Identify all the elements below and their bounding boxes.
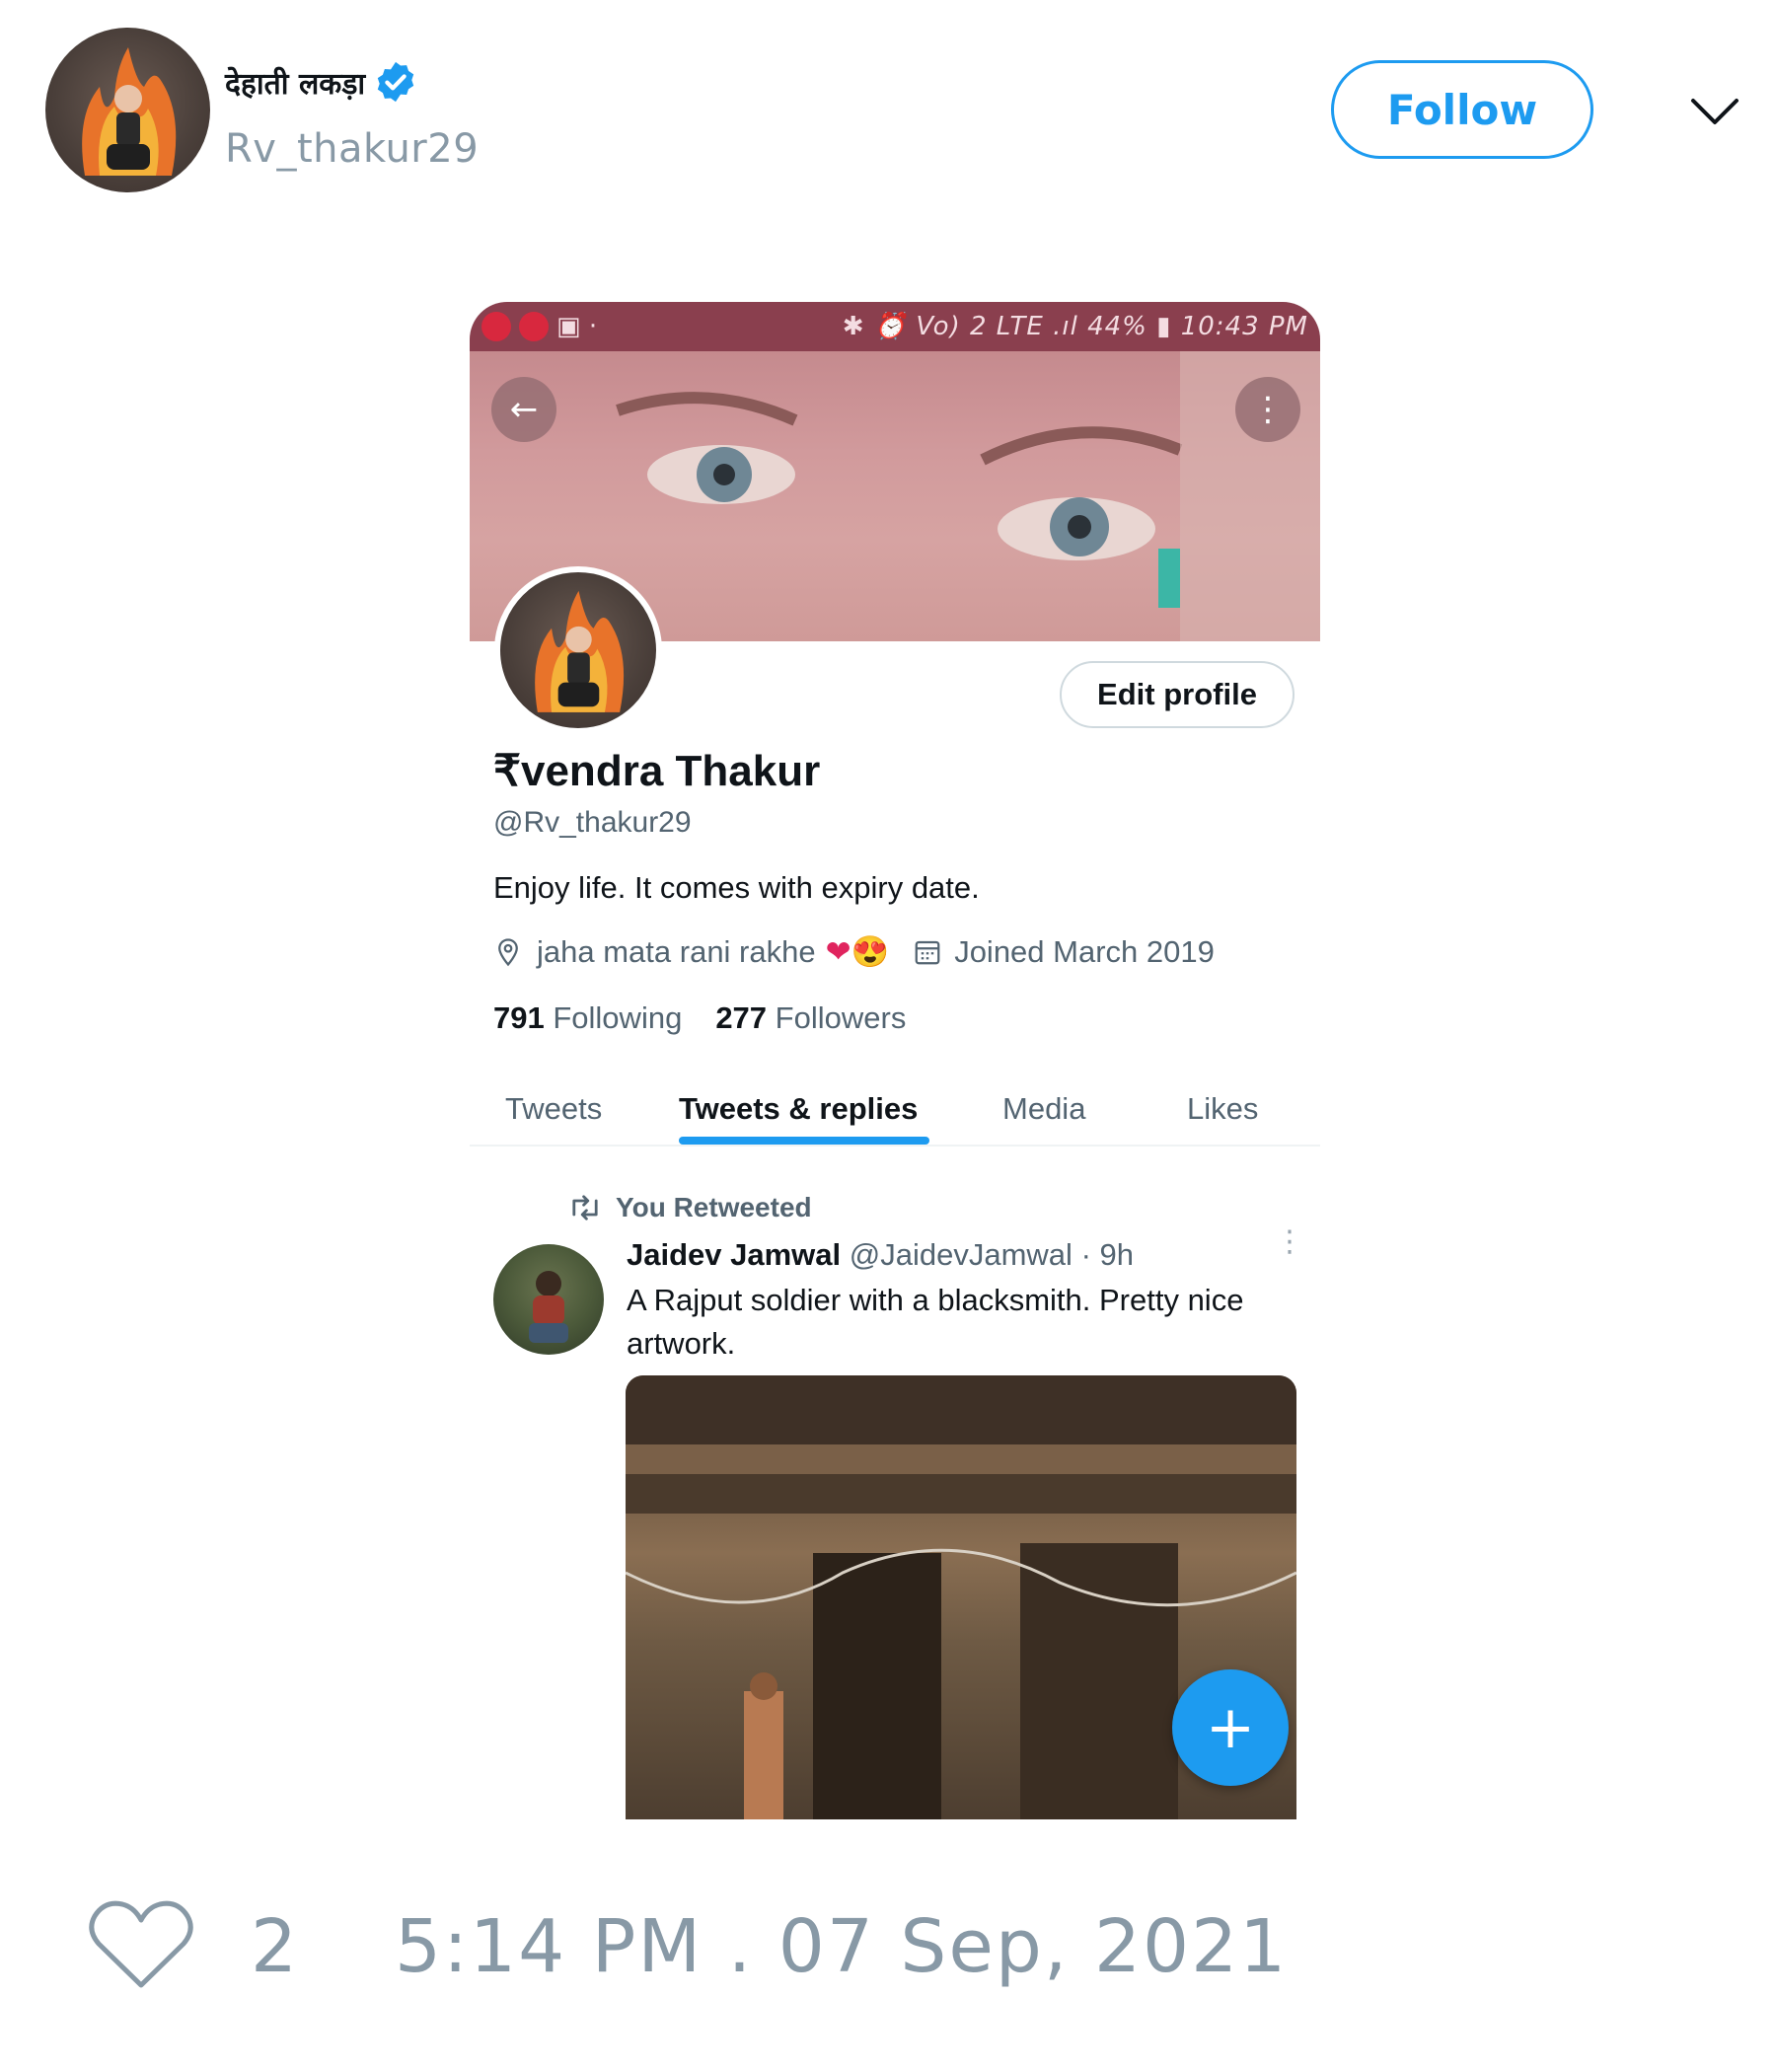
active-tab-indicator — [679, 1137, 929, 1145]
profile-meta: jaha mata rani rakhe ❤😍 Joined March 201… — [493, 933, 1215, 970]
chevron-down-icon[interactable] — [1689, 87, 1740, 134]
tweet-image-screenshot[interactable]: ▣ · ✱ ⏰ Vo) 2 LTE .ıl 44% ▮ 10:43 PM ← ⋮ — [470, 302, 1320, 1819]
author-name-row[interactable]: देहाती लकड़ा — [225, 59, 418, 105]
following-label: Following — [553, 1000, 683, 1035]
profile-avatar[interactable] — [494, 566, 662, 734]
following-count: 791 — [493, 1000, 545, 1035]
compose-tweet-button[interactable]: + — [1172, 1669, 1289, 1786]
follow-button[interactable]: Follow — [1331, 60, 1593, 159]
retweet-author-avatar[interactable] — [493, 1244, 604, 1355]
like-count: 2 — [251, 1904, 298, 1989]
followers-count: 277 — [715, 1000, 768, 1035]
retweet-age: · 9h — [1080, 1237, 1134, 1272]
heart-icon[interactable] — [87, 1894, 195, 1993]
phone-status-bar: ▣ · ✱ ⏰ Vo) 2 LTE .ıl 44% ▮ 10:43 PM — [470, 302, 1320, 351]
retweet-indicator: You Retweeted — [568, 1192, 812, 1223]
author-display-name[interactable]: देहाती लकड़ा — [225, 62, 365, 103]
profile-name: ₹vendra Thakur — [493, 747, 821, 795]
retweet-text: A Rajput soldier with a blacksmith. Pret… — [627, 1283, 1244, 1361]
avatar-image — [529, 1271, 568, 1343]
more-vertical-icon[interactable]: ⋮ — [1235, 377, 1300, 442]
avatar-image — [535, 590, 625, 712]
profile-joined: Joined March 2019 — [954, 933, 1215, 969]
tab-tweets-replies[interactable]: Tweets & replies — [679, 1091, 918, 1127]
profile-location: jaha mata rani rakhe — [537, 933, 816, 969]
tab-likes[interactable]: Likes — [1187, 1091, 1258, 1127]
profile-tabs: Tweets Tweets & replies Media Likes — [470, 1083, 1320, 1147]
status-right-text: ✱ ⏰ Vo) 2 LTE .ıl 44% ▮ 10:43 PM — [842, 312, 1308, 341]
tab-media[interactable]: Media — [1002, 1091, 1085, 1127]
retweet-author-name[interactable]: Jaidev Jamwal — [627, 1237, 841, 1272]
tweet-timestamp[interactable]: 5:14 PM . 07 Sep, 2021 — [395, 1904, 1288, 1989]
retweet-author-handle[interactable]: @JaidevJamwal — [850, 1237, 1073, 1272]
avatar-image — [82, 47, 177, 176]
followers-link[interactable]: 277 Followers — [715, 1000, 906, 1036]
tweet-more-icon[interactable]: ⋮ — [1275, 1227, 1304, 1257]
back-arrow-icon[interactable]: ← — [491, 377, 556, 442]
profile-bio: Enjoy life. It comes with expiry date. — [493, 870, 980, 905]
location-pin-icon — [498, 937, 518, 966]
followers-label: Followers — [775, 1000, 907, 1035]
profile-handle: @Rv_thakur29 — [493, 806, 692, 839]
retweet-label: You Retweeted — [616, 1192, 812, 1222]
following-link[interactable]: 791 Following — [493, 1000, 682, 1036]
edit-profile-button[interactable]: Edit profile — [1060, 661, 1295, 728]
tab-tweets[interactable]: Tweets — [505, 1091, 602, 1127]
profile-counts: 791 Following 277 Followers — [493, 1000, 906, 1036]
notification-icon — [519, 312, 549, 341]
calendar-icon — [915, 940, 940, 964]
status-icons-left: ▣ · — [481, 312, 597, 341]
notification-icon — [481, 312, 511, 341]
gallery-icon: ▣ · — [556, 312, 598, 341]
verified-badge-icon — [377, 61, 414, 103]
author-handle[interactable]: Rv_thakur29 — [225, 126, 479, 172]
author-avatar[interactable] — [45, 28, 210, 192]
location-emoji: ❤😍 — [825, 934, 890, 969]
retweet-icon — [572, 1195, 598, 1221]
retweet-header: Jaidev Jamwal @JaidevJamwal · 9h — [627, 1237, 1134, 1273]
